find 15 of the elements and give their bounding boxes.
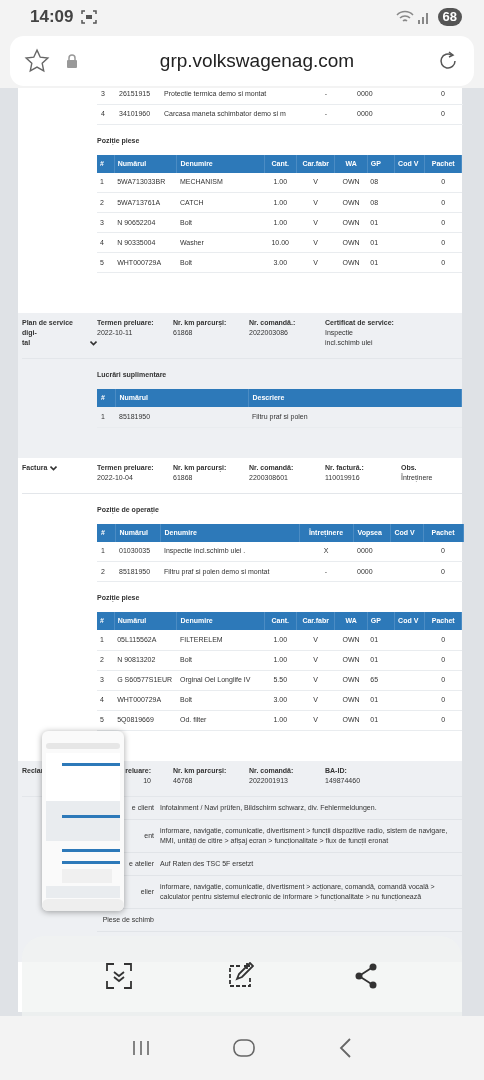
chevron-icon[interactable]: [90, 340, 97, 346]
clock: 14:09: [30, 6, 74, 29]
battery-indicator: 68: [437, 8, 462, 26]
edit-icon[interactable]: [226, 962, 254, 990]
back-icon[interactable]: [338, 1038, 353, 1058]
screenshot-icon: [81, 10, 98, 24]
recent-apps-icon[interactable]: [131, 1040, 150, 1056]
wifi-icon: [395, 10, 414, 24]
home-icon[interactable]: [233, 1039, 255, 1057]
scan-icon[interactable]: [106, 963, 132, 989]
chevron-icon[interactable]: [50, 464, 58, 471]
lock-icon: [66, 54, 78, 68]
signal-icon: [417, 10, 430, 24]
star-icon[interactable]: [24, 48, 50, 74]
share-icon[interactable]: [354, 963, 378, 989]
